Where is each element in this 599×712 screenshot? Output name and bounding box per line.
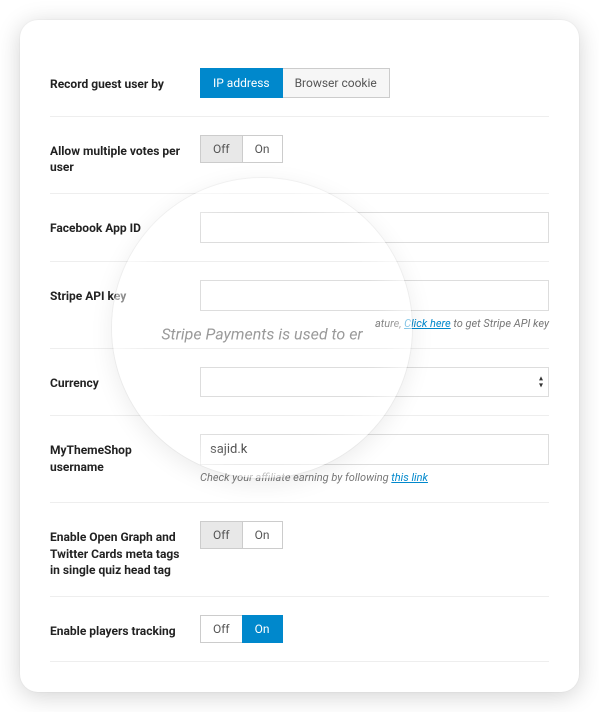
select-wrap-currency	[200, 367, 549, 397]
help-mts-username: Check your affiliate earning by followin…	[200, 471, 549, 484]
label-currency: Currency	[50, 367, 200, 391]
select-currency[interactable]	[200, 367, 549, 397]
field-multi-vote: Off On	[200, 135, 549, 163]
segmented-record-guest: IP address Browser cookie	[200, 68, 390, 98]
segmented-players-tracking: Off On	[200, 615, 283, 643]
segmented-multi-vote: Off On	[200, 135, 283, 163]
row-record-guest: Record guest user by IP address Browser …	[50, 50, 549, 117]
label-mts-username: MyThemeShop username	[50, 434, 200, 474]
input-fb-app-id[interactable]	[200, 212, 549, 243]
row-open-graph: Enable Open Graph and Twitter Cards meta…	[50, 503, 549, 597]
option-multi-vote-on[interactable]: On	[242, 135, 283, 163]
option-open-graph-on[interactable]: On	[242, 521, 283, 549]
help-stripe-key: ature, Click here to get Stripe API key	[200, 317, 549, 330]
label-open-graph: Enable Open Graph and Twitter Cards meta…	[50, 521, 200, 578]
row-players-tracking: Enable players tracking Off On	[50, 597, 549, 662]
field-players-tracking: Off On	[200, 615, 549, 643]
field-mts-username: Check your affiliate earning by followin…	[200, 434, 549, 484]
field-record-guest: IP address Browser cookie	[200, 68, 549, 98]
row-currency: Currency	[50, 349, 549, 416]
option-tracking-on[interactable]: On	[242, 615, 283, 643]
row-stripe-key: Stripe API key ature, Click here to get …	[50, 262, 549, 349]
option-multi-vote-off[interactable]: Off	[200, 135, 243, 163]
option-ip-address[interactable]: IP address	[200, 68, 283, 98]
field-stripe-key: ature, Click here to get Stripe API key	[200, 280, 549, 330]
label-stripe-key: Stripe API key	[50, 280, 200, 304]
label-record-guest: Record guest user by	[50, 68, 200, 92]
option-open-graph-off[interactable]: Off	[200, 521, 243, 549]
label-players-tracking: Enable players tracking	[50, 615, 200, 639]
row-multi-vote: Allow multiple votes per user Off On	[50, 117, 549, 194]
row-mts-username: MyThemeShop username Check your affiliat…	[50, 416, 549, 503]
field-fb-app-id	[200, 212, 549, 243]
field-currency	[200, 367, 549, 397]
settings-panel: Record guest user by IP address Browser …	[20, 20, 579, 692]
label-fb-app-id: Facebook App ID	[50, 212, 200, 236]
option-tracking-off[interactable]: Off	[200, 615, 243, 643]
input-mts-username[interactable]	[200, 434, 549, 465]
link-stripe-click-here[interactable]: Click here	[404, 317, 451, 330]
label-multi-vote: Allow multiple votes per user	[50, 135, 200, 175]
row-fb-app-id: Facebook App ID	[50, 194, 549, 262]
input-stripe-key[interactable]	[200, 280, 549, 311]
option-browser-cookie[interactable]: Browser cookie	[282, 68, 390, 98]
field-open-graph: Off On	[200, 521, 549, 549]
link-affiliate-this-link[interactable]: this link	[391, 471, 428, 484]
segmented-open-graph: Off On	[200, 521, 283, 549]
